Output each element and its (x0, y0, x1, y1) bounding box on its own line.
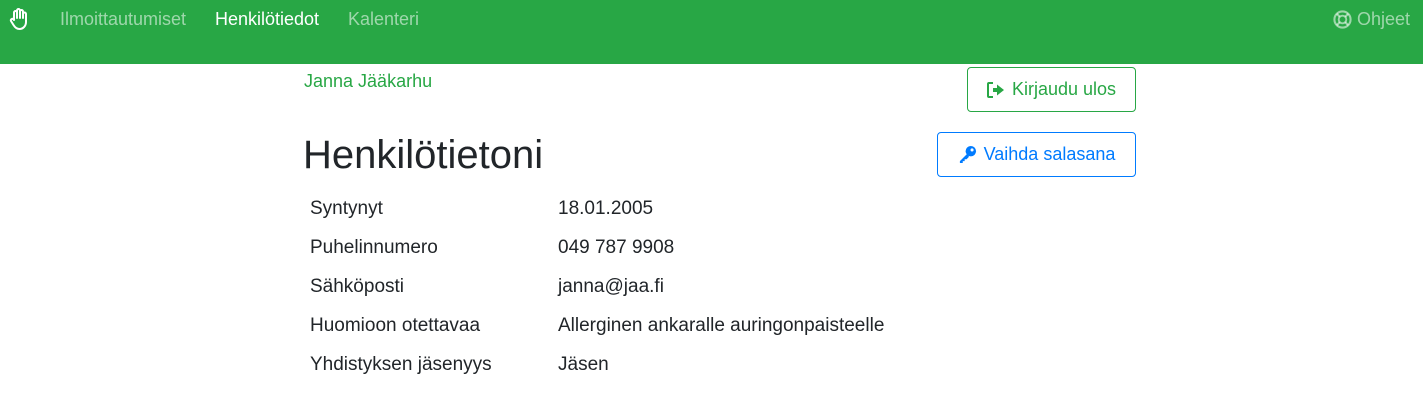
change-password-label: Vaihda salasana (983, 144, 1116, 164)
row-value: 049 787 9908 (558, 236, 675, 258)
row-value: 18.01.2005 (558, 197, 654, 219)
change-password-button[interactable]: Vaihda salasana (937, 132, 1136, 177)
table-row: Puhelinnumero 049 787 9908 (304, 228, 890, 267)
sign-out-icon (986, 81, 1004, 98)
table-row: Yhdistyksen jäsenyys Jäsen (304, 345, 890, 384)
nav-link-kalenteri[interactable]: Kalenteri (348, 9, 419, 29)
logout-button[interactable]: Kirjaudu ulos (967, 67, 1136, 112)
brand-logo[interactable] (8, 6, 32, 32)
key-icon (959, 145, 976, 164)
logout-label: Kirjaudu ulos (1011, 79, 1117, 99)
top-navbar: Ilmoittautumiset Henkilötiedot Kalenteri… (0, 0, 1423, 64)
row-value: Jäsen (558, 353, 609, 375)
row-label: Syntynyt (310, 197, 383, 219)
hand-icon (9, 8, 27, 30)
table-row: Sähköposti janna@jaa.fi (304, 267, 890, 306)
nav-link-ilmoittautumiset[interactable]: Ilmoittautumiset (60, 9, 186, 29)
table-row: Syntynyt 18.01.2005 (304, 189, 890, 228)
row-label: Huomioon otettavaa (310, 314, 481, 336)
personal-info-table: Syntynyt 18.01.2005 Puhelinnumero 049 78… (304, 189, 890, 384)
row-label: Yhdistyksen jäsenyys (310, 353, 492, 375)
row-value: janna@jaa.fi (558, 275, 664, 297)
table-row: Huomioon otettavaa Allerginen ankaralle … (304, 306, 890, 345)
row-label: Puhelinnumero (310, 236, 438, 258)
nav-link-henkilotiedot[interactable]: Henkilötiedot (215, 9, 319, 29)
row-value: Allerginen ankaralle auringonpaisteelle (558, 314, 885, 336)
help-label: Ohjeet (1356, 9, 1410, 29)
lifebuoy-icon (1333, 9, 1352, 29)
user-name-link[interactable]: Janna Jääkarhu (304, 71, 432, 91)
help-link[interactable]: Ohjeet (1333, 9, 1410, 29)
row-label: Sähköposti (310, 275, 405, 297)
page-title: Henkilötietoni (303, 133, 544, 177)
